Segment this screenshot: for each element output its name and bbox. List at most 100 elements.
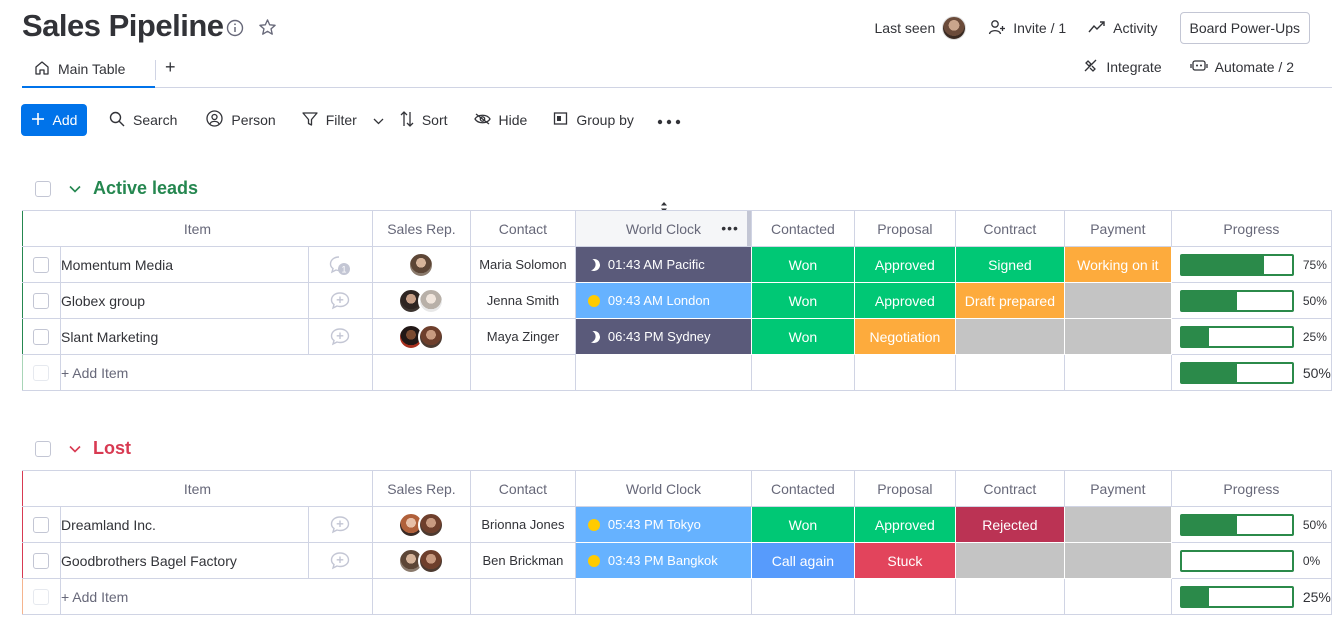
item-name[interactable]: Slant Marketing — [59, 318, 309, 355]
row-checkbox[interactable] — [33, 292, 50, 309]
column-header-proposal[interactable]: Proposal — [853, 210, 956, 247]
status-proposal[interactable]: Approved — [853, 282, 956, 319]
last-seen[interactable]: Last seen — [875, 12, 967, 44]
info-icon[interactable] — [226, 19, 244, 42]
hide-button[interactable]: Hide — [473, 104, 527, 136]
item-name[interactable]: Momentum Media — [59, 246, 309, 283]
column-header-progress[interactable]: Progress — [1170, 210, 1332, 247]
status-contacted[interactable]: Call again — [750, 542, 855, 579]
updates-cell[interactable] — [307, 282, 373, 319]
status-contract[interactable]: Signed — [954, 246, 1065, 283]
sort-button[interactable]: Sort — [400, 104, 448, 136]
group-checkbox[interactable] — [35, 440, 51, 457]
column-header-contact[interactable]: Contact — [469, 470, 576, 507]
tab-main-table[interactable]: Main Table — [22, 52, 155, 88]
add-button[interactable]: Add — [21, 104, 87, 136]
table-row[interactable]: Goodbrothers Bagel Factory Ben Brickman … — [22, 542, 1332, 579]
sales-rep-cell[interactable] — [371, 246, 471, 283]
contact-cell[interactable]: Maria Solomon — [469, 246, 576, 283]
status-proposal[interactable]: Stuck — [853, 542, 956, 579]
column-header-item[interactable]: Item — [22, 470, 373, 507]
column-header-payment[interactable]: Payment — [1063, 470, 1172, 507]
world-clock-cell[interactable]: 05:43 PM Tokyo — [574, 506, 752, 543]
board-power-ups-button[interactable]: Board Power-Ups — [1179, 12, 1310, 44]
column-header-world-clock[interactable]: World Clock ••• — [574, 210, 752, 247]
column-header-world-clock[interactable]: World Clock — [574, 470, 752, 507]
status-contacted[interactable]: Won — [750, 318, 855, 355]
status-payment[interactable]: Working on it — [1063, 246, 1172, 283]
world-clock-cell[interactable]: 03:43 PM Bangkok — [574, 542, 752, 579]
status-proposal[interactable]: Approved — [853, 506, 956, 543]
search-button[interactable]: Search — [109, 104, 177, 136]
column-header-progress[interactable]: Progress — [1170, 470, 1332, 507]
item-name[interactable]: Dreamland Inc. — [59, 506, 309, 543]
column-header-sales-rep[interactable]: Sales Rep. — [371, 470, 471, 507]
group-title[interactable]: Active leads — [93, 178, 198, 199]
group-checkbox[interactable] — [35, 180, 51, 197]
status-payment[interactable] — [1063, 282, 1172, 319]
status-contacted[interactable]: Won — [750, 506, 855, 543]
row-checkbox[interactable] — [33, 552, 50, 569]
filter-button[interactable]: Filter — [302, 104, 384, 136]
row-checkbox[interactable] — [33, 256, 50, 273]
contact-cell[interactable]: Maya Zinger — [469, 318, 576, 355]
updates-cell[interactable] — [307, 506, 373, 543]
updates-cell[interactable]: 1 — [307, 246, 373, 283]
updates-cell[interactable] — [307, 542, 373, 579]
more-options-button[interactable] — [657, 104, 681, 136]
column-menu-icon[interactable]: ••• — [721, 220, 739, 236]
group-by-button[interactable]: Group by — [553, 104, 634, 136]
table-row[interactable]: Globex group Jenna Smith 09:43 AM London… — [22, 282, 1332, 319]
contact-cell[interactable]: Brionna Jones — [469, 506, 576, 543]
item-name[interactable]: Globex group — [59, 282, 309, 319]
sales-rep-cell[interactable] — [371, 282, 471, 319]
column-header-payment[interactable]: Payment — [1063, 210, 1172, 247]
sales-rep-cell[interactable] — [371, 318, 471, 355]
column-header-item[interactable]: Item — [22, 210, 373, 247]
chevron-down-icon[interactable] — [69, 185, 81, 193]
column-header-contract[interactable]: Contract — [954, 210, 1065, 247]
status-payment[interactable] — [1063, 542, 1172, 579]
row-checkbox[interactable] — [33, 516, 50, 533]
column-header-contract[interactable]: Contract — [954, 470, 1065, 507]
chevron-down-icon[interactable] — [373, 112, 384, 128]
table-row[interactable]: Momentum Media 1 Maria Solomon 01:43 AM … — [22, 246, 1332, 283]
item-name[interactable]: Goodbrothers Bagel Factory — [59, 542, 309, 579]
world-clock-cell[interactable]: 09:43 AM London — [574, 282, 752, 319]
contact-cell[interactable]: Ben Brickman — [469, 542, 576, 579]
group-header-active[interactable]: Active leads — [22, 178, 198, 199]
group-header-lost[interactable]: Lost — [22, 438, 131, 459]
column-header-contact[interactable]: Contact — [469, 210, 576, 247]
contact-cell[interactable]: Jenna Smith — [469, 282, 576, 319]
status-proposal[interactable]: Negotiation — [853, 318, 956, 355]
status-contract[interactable]: Rejected — [954, 506, 1065, 543]
status-payment[interactable] — [1063, 318, 1172, 355]
activity-button[interactable]: Activity — [1088, 12, 1158, 44]
sales-rep-cell[interactable] — [371, 542, 471, 579]
column-header-sales-rep[interactable]: Sales Rep. — [371, 210, 471, 247]
column-header-contacted[interactable]: Contacted — [750, 210, 855, 247]
star-icon[interactable] — [258, 18, 277, 42]
add-item-input[interactable]: + Add Item — [59, 578, 373, 615]
status-contacted[interactable]: Won — [750, 246, 855, 283]
status-payment[interactable] — [1063, 506, 1172, 543]
status-contract[interactable] — [954, 318, 1065, 355]
row-checkbox[interactable] — [33, 328, 50, 345]
status-contract[interactable]: Draft prepared — [954, 282, 1065, 319]
table-row[interactable]: Slant Marketing Maya Zinger 06:43 PM Syd… — [22, 318, 1332, 355]
add-view-button[interactable]: + — [165, 57, 176, 78]
board-title[interactable]: Sales Pipeline — [22, 8, 224, 44]
world-clock-cell[interactable]: 01:43 AM Pacific — [574, 246, 752, 283]
invite-button[interactable]: Invite / 1 — [988, 12, 1066, 44]
world-clock-cell[interactable]: 06:43 PM Sydney — [574, 318, 752, 355]
status-contacted[interactable]: Won — [750, 282, 855, 319]
add-item-input[interactable]: + Add Item — [59, 354, 373, 391]
column-header-contacted[interactable]: Contacted — [750, 470, 855, 507]
status-proposal[interactable]: Approved — [853, 246, 956, 283]
automate-button[interactable]: Automate / 2 — [1189, 56, 1294, 78]
person-filter-button[interactable]: Person — [206, 104, 276, 136]
status-contract[interactable] — [954, 542, 1065, 579]
sales-rep-cell[interactable] — [371, 506, 471, 543]
integrate-button[interactable]: Integrate — [1082, 56, 1162, 78]
column-resize-handle[interactable] — [746, 211, 751, 246]
